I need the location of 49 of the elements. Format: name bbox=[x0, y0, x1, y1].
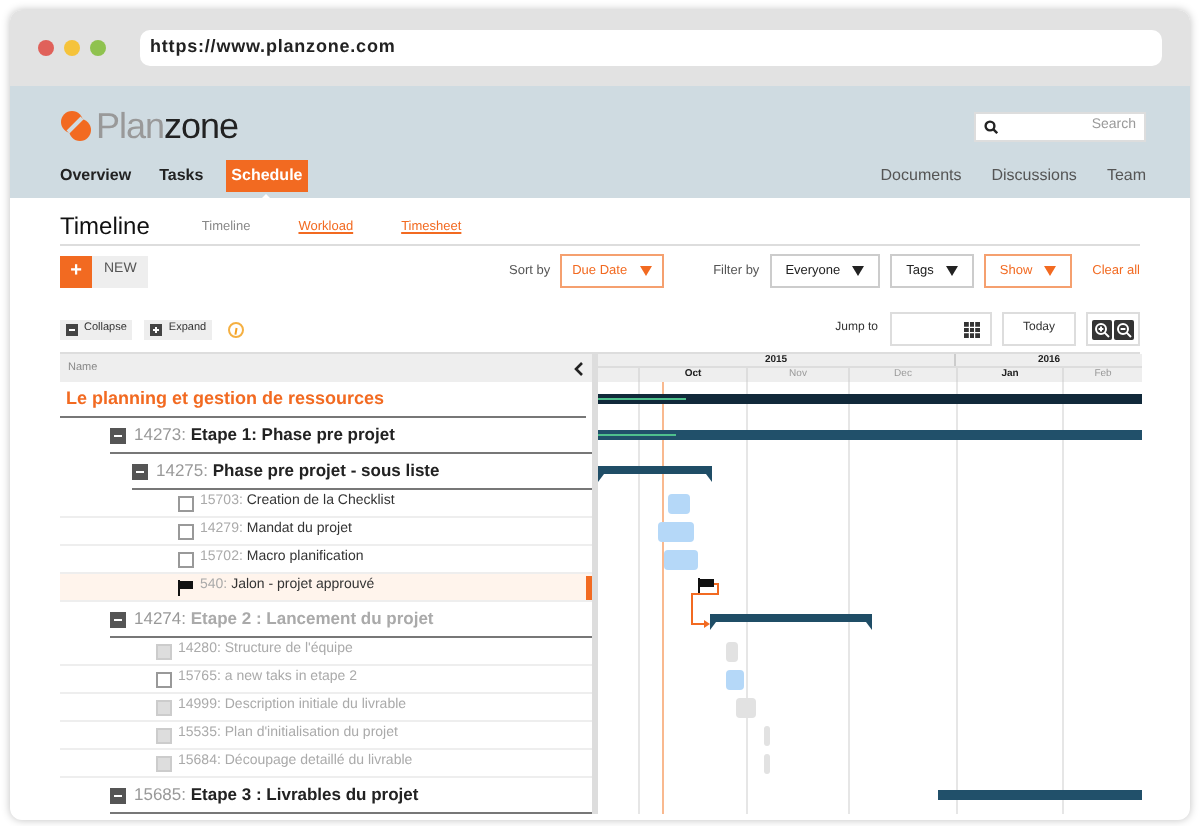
nav-link[interactable]: Documents bbox=[880, 164, 962, 188]
nav-link[interactable]: Discussions bbox=[991, 164, 1077, 188]
task-checkbox[interactable] bbox=[178, 523, 194, 539]
pointer-arrow bbox=[258, 194, 275, 202]
collapse-icon[interactable] bbox=[110, 427, 126, 443]
task-bar bbox=[664, 550, 698, 570]
zoom-out-icon[interactable] bbox=[1114, 319, 1134, 339]
caret-icon bbox=[852, 266, 865, 276]
address-bar[interactable]: https://www.planzone.com bbox=[140, 30, 1162, 66]
nav-tab[interactable]: Overview bbox=[54, 160, 138, 192]
task-bar bbox=[658, 522, 694, 542]
collapse-icon[interactable] bbox=[132, 463, 148, 479]
collapse-icon[interactable] bbox=[110, 611, 126, 627]
tree-row[interactable]: 15685: Etape 3 : Livrables du projet bbox=[60, 778, 592, 814]
page-title: Timeline bbox=[60, 214, 150, 238]
nav-link[interactable]: Team bbox=[1106, 164, 1146, 188]
progress-line bbox=[598, 434, 676, 436]
collapse-icon bbox=[66, 323, 78, 335]
calendar-icon bbox=[964, 321, 980, 337]
tree-row[interactable]: 14273: Etape 1: Phase pre projet bbox=[60, 418, 592, 454]
group-title[interactable]: 14275: Phase pre projet - sous liste bbox=[156, 458, 440, 484]
zoom-in-icon[interactable] bbox=[1092, 319, 1112, 339]
task-checkbox[interactable] bbox=[156, 671, 172, 687]
progress-line bbox=[598, 398, 686, 400]
plus-icon: + bbox=[60, 255, 92, 287]
caret-icon bbox=[945, 266, 958, 276]
task-bar bbox=[726, 670, 744, 690]
group-title[interactable]: 15685: Etape 3 : Livrables du projet bbox=[134, 782, 419, 808]
milestone-flag-icon bbox=[698, 578, 716, 594]
task-bar bbox=[668, 494, 690, 514]
task-bar bbox=[726, 642, 738, 662]
info-icon[interactable] bbox=[228, 321, 245, 337]
nav-tab[interactable]: Tasks bbox=[153, 160, 210, 192]
task-checkbox[interactable] bbox=[178, 551, 194, 567]
dependency-arrow bbox=[690, 582, 720, 634]
expand-icon bbox=[150, 323, 163, 335]
flag-icon bbox=[178, 579, 194, 595]
caret-icon bbox=[639, 266, 652, 276]
chevron-left-icon[interactable] bbox=[574, 361, 584, 375]
task-checkbox[interactable] bbox=[178, 495, 194, 511]
search-icon bbox=[984, 119, 998, 133]
group-bracket-bar bbox=[598, 466, 712, 482]
logo-icon bbox=[60, 110, 92, 142]
logo-text: Planzone bbox=[96, 108, 239, 144]
project-title: Le planning et gestion de ressources bbox=[66, 385, 385, 412]
group-title[interactable]: 14273: Etape 1: Phase pre projet bbox=[134, 422, 395, 448]
date-field[interactable] bbox=[890, 312, 992, 346]
collapse-icon[interactable] bbox=[110, 787, 126, 803]
caret-icon bbox=[1044, 266, 1057, 276]
